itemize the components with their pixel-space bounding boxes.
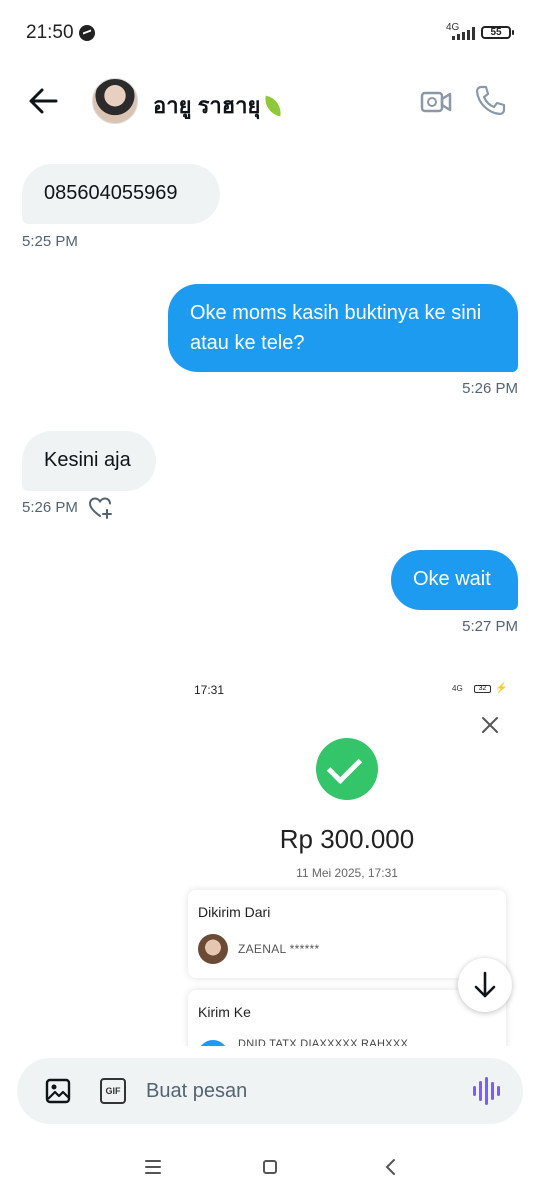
recipient-card: Kirim Ke DNID TATX DIAXXXXX RAHXXX [188, 990, 506, 1046]
home-button[interactable] [263, 1160, 277, 1174]
add-image-button[interactable] [45, 1078, 71, 1104]
messenger-notification-icon [79, 25, 95, 41]
recipient-card-title: Kirim Ke [198, 1004, 251, 1020]
message-composer: GIF [17, 1058, 523, 1124]
sender-avatar [198, 934, 228, 964]
gif-button[interactable]: GIF [100, 1078, 126, 1104]
sender-name: ZAENAL ****** [238, 942, 320, 956]
chat-header: อายู ราฮายุ [0, 66, 540, 138]
message-timestamp: 5:26 PM [22, 499, 78, 516]
image-icon [45, 1078, 71, 1104]
heart-plus-icon [88, 497, 112, 519]
video-camera-icon [420, 91, 452, 113]
arrow-left-icon [29, 88, 58, 114]
sender-card-title: Dikirim Dari [198, 904, 271, 920]
voice-wave-icon [473, 1086, 476, 1096]
arrow-down-icon [474, 971, 496, 998]
message-bubble-incoming[interactable]: Kesini aja [22, 431, 156, 491]
message-bubble-outgoing[interactable]: Oke moms kasih buktinya ke sini atau ke … [168, 284, 518, 372]
message-timestamp: 5:26 PM [462, 380, 518, 397]
success-check-icon [316, 738, 378, 800]
transfer-date: 11 Mei 2025, 17:31 [296, 866, 398, 880]
signal-strength-icon [452, 27, 475, 40]
charging-icon: ⚡ [495, 683, 508, 694]
message-bubble-outgoing[interactable]: Oke wait [391, 550, 518, 610]
voice-call-button[interactable] [474, 84, 506, 116]
chevron-left-icon [385, 1159, 395, 1175]
scroll-to-bottom-button[interactable] [458, 958, 512, 1012]
message-bubble-incoming[interactable]: 085604055969 [22, 164, 220, 224]
attachment-status-time: 17:31 [194, 683, 225, 697]
attachment-battery-icon: 32 [474, 685, 491, 693]
transfer-amount: Rp 300.000 [279, 824, 415, 854]
recent-apps-button[interactable] [145, 1160, 161, 1174]
message-timestamp: 5:27 PM [462, 618, 518, 635]
voice-message-button[interactable] [473, 1076, 501, 1106]
leaf-emoji-icon [262, 95, 284, 117]
sender-card: Dikirim Dari ZAENAL ****** [188, 890, 506, 978]
attachment-network: 4G [452, 684, 463, 693]
system-back-button[interactable] [384, 1158, 396, 1176]
contact-avatar[interactable] [92, 78, 138, 124]
recipient-bank-icon [198, 1040, 228, 1046]
back-button[interactable] [26, 86, 62, 116]
contact-name[interactable]: อายู ราฮายุ [153, 88, 284, 123]
message-timestamp: 5:25 PM [22, 233, 78, 250]
message-input[interactable] [146, 1074, 446, 1108]
system-nav-bar [0, 1140, 540, 1200]
add-reaction-button[interactable] [88, 497, 113, 519]
video-call-button[interactable] [420, 88, 452, 116]
close-icon [479, 714, 501, 736]
phone-icon [475, 85, 506, 116]
recipient-name: DNID TATX DIAXXXXX RAHXXX [238, 1038, 409, 1046]
battery-icon: 55 [481, 26, 514, 39]
contact-name-text: อายู ราฮายุ [153, 93, 261, 118]
status-time: 21:50 [26, 22, 74, 43]
status-bar: 21:50 4G 55 [0, 0, 540, 66]
